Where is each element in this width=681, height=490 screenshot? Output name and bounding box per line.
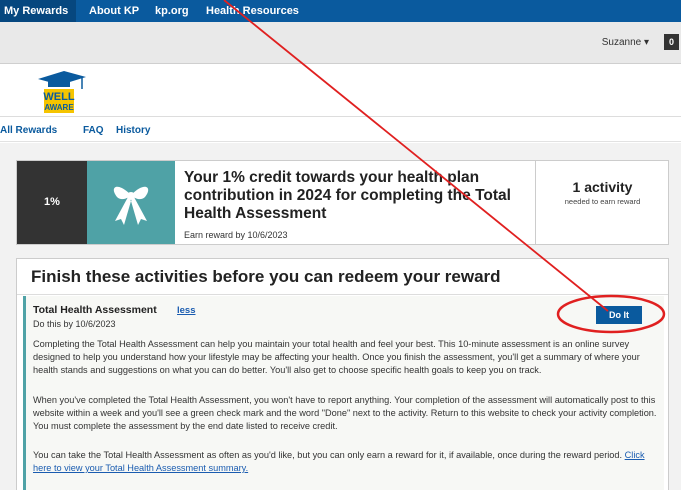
top-nav-about-kp[interactable]: About KP (89, 5, 139, 17)
activity-count-box: 1 activity needed to earn reward (535, 161, 669, 244)
sub-nav-faq[interactable]: FAQ (83, 125, 104, 136)
activity-description-3: You can take the Total Health Assessment… (33, 449, 661, 475)
reward-percent: 1% (17, 161, 87, 244)
activity-description-2: When you've completed the Total Health A… (33, 395, 657, 431)
logo-text-aware: AWARE (44, 103, 74, 112)
activity-item: Total Health Assessment less Do this by … (23, 296, 664, 490)
sub-nav-all-rewards[interactable]: All Rewards (0, 125, 57, 136)
logo-text-well: WELL (43, 91, 74, 103)
activities-panel: Finish these activities before you can r… (16, 258, 669, 490)
activity-count: 1 activity (572, 179, 633, 195)
gift-bow-icon (113, 186, 149, 225)
reward-icon-tile (87, 161, 175, 244)
user-menu[interactable]: Suzanne ▾ (602, 37, 649, 48)
top-nav: My Rewards About KP kp.org Health Resour… (0, 0, 681, 22)
activity-due-date: Do this by 10/6/2023 (33, 319, 116, 329)
sub-nav: All Rewards FAQ History (0, 118, 681, 142)
reward-title: Your 1% credit towards your health plan … (184, 169, 511, 222)
top-nav-my-rewards[interactable]: My Rewards (4, 5, 68, 17)
main-content: 1% Your 1% credit towards your health pl… (0, 143, 681, 490)
reward-earn-by: Earn reward by 10/6/2023 (184, 230, 288, 240)
activity-description-3-text: You can take the Total Health Assessment… (33, 450, 623, 460)
top-nav-kp-org[interactable]: kp.org (155, 5, 189, 17)
activity-toggle-less-link[interactable]: less (177, 305, 196, 316)
panel-divider (17, 294, 668, 295)
top-nav-health-resources[interactable]: Health Resources (206, 5, 299, 17)
do-it-button[interactable]: Do It (596, 306, 642, 324)
activity-needed-label: needed to earn reward (564, 197, 641, 206)
well-aware-logo[interactable]: WELL AWARE (30, 67, 90, 115)
sub-nav-history[interactable]: History (116, 125, 150, 136)
activity-description-1: Completing the Total Health Assessment c… (33, 339, 640, 375)
activity-name: Total Health Assessment (33, 304, 157, 316)
notification-badge[interactable]: 0 (664, 34, 679, 50)
reward-card: 1% Your 1% credit towards your health pl… (16, 160, 669, 245)
logo-area: WELL AWARE (0, 64, 681, 117)
activities-panel-title: Finish these activities before you can r… (31, 267, 501, 286)
user-bar: Suzanne ▾ 0 (0, 22, 681, 64)
